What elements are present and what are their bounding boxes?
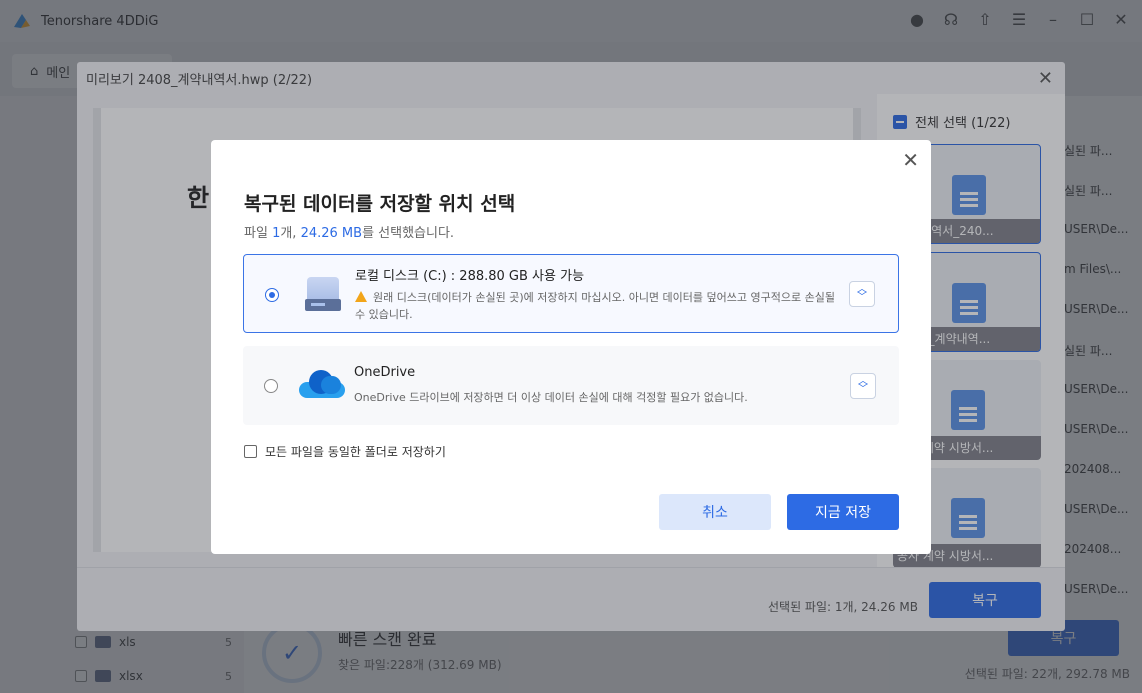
same-folder-checkbox[interactable] xyxy=(244,445,257,458)
save-location-dialog: ✕ 복구된 데이터를 저장할 위치 선택 파일 1개, 24.26 MB를 선택… xyxy=(211,140,931,554)
local-disk-warning: 원래 디스크(데이터가 손실된 곳)에 저장하지 마십시오. 아니면 데이터를 … xyxy=(355,289,845,323)
onedrive-expand-stepper[interactable]: ︿ ﹀ xyxy=(850,373,876,399)
local-disk-name: 로컬 디스크 (C:) : 288.80 GB 사용 가능 xyxy=(355,269,585,284)
selected-file-size: 24.26 MB xyxy=(300,226,363,241)
chevron-down-icon: ﹀ xyxy=(857,292,867,303)
onedrive-radio[interactable] xyxy=(264,379,278,393)
same-folder-checkbox-row[interactable]: 모든 파일을 동일한 폴더로 저장하기 xyxy=(244,443,446,460)
local-disk-radio[interactable] xyxy=(265,288,279,302)
location-option-local-disk[interactable]: 로컬 디스크 (C:) : 288.80 GB 사용 가능 원래 디스크(데이터… xyxy=(243,254,899,333)
chevron-down-icon: ﹀ xyxy=(858,384,868,395)
dialog-title: 복구된 데이터를 저장할 위치 선택 xyxy=(244,193,516,215)
local-disk-warning-text: 원래 디스크(데이터가 손실된 곳)에 저장하지 마십시오. 아니면 데이터를 … xyxy=(355,291,835,321)
dialog-subtitle: 파일 1개, 24.26 MB를 선택했습니다. xyxy=(244,222,454,241)
onedrive-cloud-icon xyxy=(299,370,345,400)
cancel-button[interactable]: 취소 xyxy=(659,494,771,530)
hard-drive-icon xyxy=(305,277,341,313)
location-option-onedrive[interactable]: OneDrive OneDrive 드라이브에 저장하면 더 이상 데이터 손실… xyxy=(243,346,899,425)
local-disk-expand-stepper[interactable]: ︿ ﹀ xyxy=(849,281,875,307)
warning-icon xyxy=(355,291,367,302)
subtitle-suffix: 를 선택했습니다. xyxy=(362,226,455,241)
onedrive-name: OneDrive xyxy=(354,365,416,380)
subtitle-mid: 개, xyxy=(280,226,301,241)
dialog-close-icon[interactable]: ✕ xyxy=(902,148,919,172)
save-now-button[interactable]: 지금 저장 xyxy=(787,494,899,530)
same-folder-label: 모든 파일을 동일한 폴더로 저장하기 xyxy=(265,445,446,459)
onedrive-description: OneDrive 드라이브에 저장하면 더 이상 데이터 손실에 대해 걱정할 … xyxy=(354,391,748,404)
subtitle-prefix: 파일 xyxy=(244,226,273,241)
